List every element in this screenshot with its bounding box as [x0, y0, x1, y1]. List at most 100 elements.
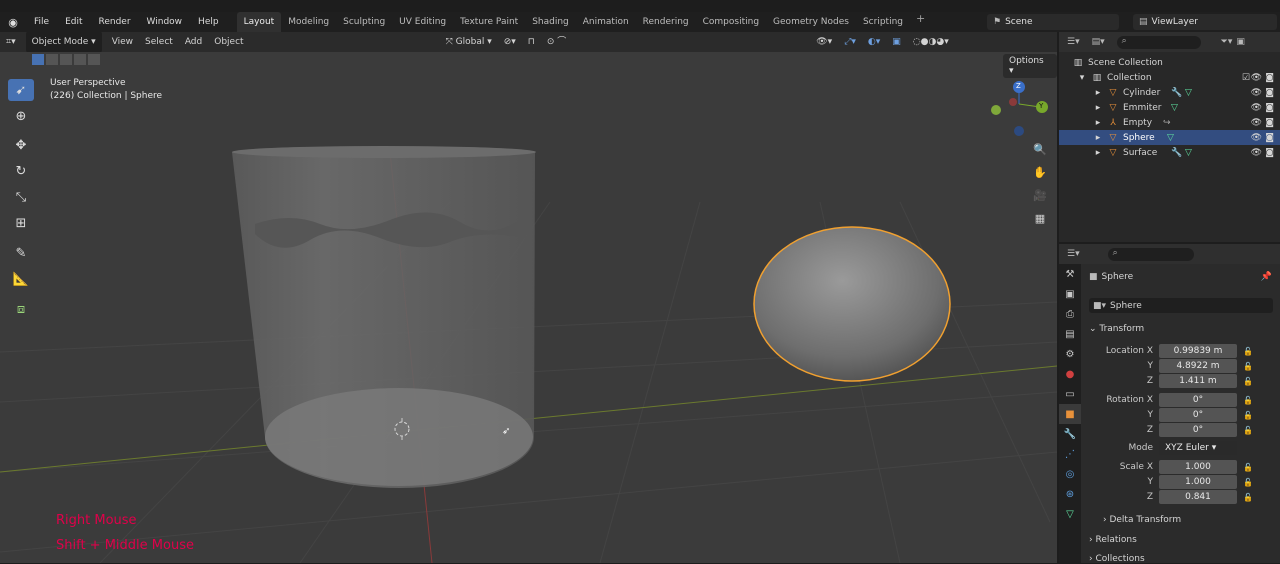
menu-window[interactable]: Window: [139, 12, 191, 32]
render-tab-icon[interactable]: ▣: [1059, 284, 1081, 304]
eye-icon[interactable]: 👁: [1251, 133, 1262, 143]
scene-selector[interactable]: ⚑ Scene: [987, 14, 1119, 30]
measure-tool-icon[interactable]: 📐: [8, 268, 34, 290]
lock-icon[interactable]: 🔓: [1243, 396, 1253, 405]
select-tool-icon[interactable]: ➹: [8, 79, 34, 101]
tab-sculpting[interactable]: Sculpting: [336, 12, 392, 32]
lock-icon[interactable]: 🔓: [1243, 478, 1253, 487]
particles-tab-icon[interactable]: ⋰: [1059, 444, 1081, 464]
gizmo-toggle-icon[interactable]: ⤢▾: [838, 32, 862, 52]
collection-checkbox[interactable]: ☑: [1242, 73, 1250, 83]
lock-icon[interactable]: 🔓: [1243, 347, 1253, 356]
object-tab-icon[interactable]: ■: [1059, 404, 1081, 424]
camera-icon[interactable]: ◙: [1265, 73, 1274, 83]
object-name-field[interactable]: ■▾ Sphere: [1089, 298, 1273, 313]
relations-section[interactable]: › Relations: [1089, 535, 1137, 545]
menu-view[interactable]: View: [106, 32, 139, 52]
annotate-tool-icon[interactable]: ✎: [8, 242, 34, 264]
menu-file[interactable]: File: [26, 12, 57, 32]
location-y-field[interactable]: 4.8922 m: [1159, 359, 1237, 373]
scene-tab-icon[interactable]: ⚙: [1059, 344, 1081, 364]
tool-tab-icon[interactable]: ⚒: [1059, 264, 1081, 284]
location-x-field[interactable]: 0.99839 m: [1159, 344, 1237, 358]
lock-icon[interactable]: 🔓: [1243, 463, 1253, 472]
output-tab-icon[interactable]: ⎙: [1059, 304, 1081, 324]
sphere-object[interactable]: [753, 226, 951, 382]
eye-icon[interactable]: 👁: [1251, 73, 1262, 83]
menu-edit[interactable]: Edit: [57, 12, 90, 32]
select-invert-icon[interactable]: [74, 54, 86, 65]
rotation-y-field[interactable]: 0°: [1159, 408, 1237, 422]
menu-help[interactable]: Help: [190, 12, 227, 32]
camera-icon[interactable]: ◙: [1265, 118, 1274, 128]
menu-select[interactable]: Select: [139, 32, 179, 52]
pan-hand-icon[interactable]: ✋: [1030, 162, 1050, 182]
world-tab-icon[interactable]: ●: [1059, 364, 1081, 384]
tab-geometry-nodes[interactable]: Geometry Nodes: [766, 12, 856, 32]
add-workspace-icon[interactable]: +: [910, 12, 931, 32]
select-new-icon[interactable]: [32, 54, 44, 65]
pin-icon[interactable]: 📌: [1261, 272, 1272, 282]
eye-icon[interactable]: 👁: [1251, 118, 1262, 128]
ortho-toggle-icon[interactable]: ▦: [1030, 208, 1050, 228]
expand-arrow-icon[interactable]: ▸: [1093, 88, 1103, 98]
menu-render[interactable]: Render: [91, 12, 139, 32]
add-cube-tool-icon[interactable]: ⧈: [8, 298, 34, 320]
view-layer-selector[interactable]: ▤ ViewLayer: [1133, 14, 1277, 30]
eye-icon[interactable]: 👁: [1251, 148, 1262, 158]
tab-scripting[interactable]: Scripting: [856, 12, 910, 32]
select-extend-icon[interactable]: [46, 54, 58, 65]
display-mode-icon[interactable]: ▤▾: [1092, 37, 1105, 47]
lock-icon[interactable]: 🔓: [1243, 377, 1253, 386]
scale-z-field[interactable]: 0.841: [1159, 490, 1237, 504]
lock-icon[interactable]: 🔓: [1243, 426, 1253, 435]
eye-icon[interactable]: 👁: [1251, 103, 1262, 113]
3d-viewport[interactable]: Z Y User Perspective (226) Collection | …: [0, 52, 1057, 563]
visibility-icon[interactable]: 👁▾: [810, 32, 838, 52]
physics-tab-icon[interactable]: ◎: [1059, 464, 1081, 484]
outliner-item-cylinder[interactable]: ▸ ▽ Cylinder 🔧 ▽ 👁 ◙: [1059, 85, 1280, 100]
shading-modes-icon[interactable]: ◌●◑◕▾: [907, 32, 955, 52]
expand-arrow-icon[interactable]: ▸: [1093, 148, 1103, 158]
tab-rendering[interactable]: Rendering: [636, 12, 696, 32]
blender-logo-icon[interactable]: ◉: [0, 16, 26, 29]
tab-modeling[interactable]: Modeling: [281, 12, 336, 32]
outliner-item-empty[interactable]: ▸ ⅄ Empty ↪ 👁 ◙: [1059, 115, 1280, 130]
tab-compositing[interactable]: Compositing: [696, 12, 766, 32]
rotation-mode-dropdown[interactable]: XYZ Euler ▾: [1159, 441, 1237, 455]
data-tab-icon[interactable]: ▽: [1059, 504, 1081, 524]
camera-icon[interactable]: ◙: [1265, 148, 1274, 158]
camera-icon[interactable]: ◙: [1265, 133, 1274, 143]
collection-row[interactable]: ▾ ▥ Collection ☑ 👁 ◙: [1059, 70, 1280, 85]
outliner-item-emmiter[interactable]: ▸ ▽ Emmiter ▽ 👁 ◙: [1059, 100, 1280, 115]
outliner-item-surface[interactable]: ▸ ▽ Surface 🔧 ▽ 👁 ◙: [1059, 145, 1280, 160]
constraints-tab-icon[interactable]: ⊛: [1059, 484, 1081, 504]
rotation-x-field[interactable]: 0°: [1159, 393, 1237, 407]
scene-collection-row[interactable]: ▥ Scene Collection: [1059, 55, 1280, 70]
location-z-field[interactable]: 1.411 m: [1159, 374, 1237, 388]
outliner-item-sphere[interactable]: ▸ ▽ Sphere ▽ 👁 ◙: [1059, 130, 1280, 145]
collection-tab-icon[interactable]: ▭: [1059, 384, 1081, 404]
delta-transform-section[interactable]: › Delta Transform: [1103, 515, 1181, 525]
overlay-toggle-icon[interactable]: ◐▾: [862, 32, 886, 52]
snap-icon[interactable]: ⊓: [522, 32, 541, 52]
camera-icon[interactable]: ◙: [1265, 88, 1274, 98]
xray-toggle-icon[interactable]: ▣: [886, 32, 907, 52]
tab-texture-paint[interactable]: Texture Paint: [453, 12, 525, 32]
transform-section-header[interactable]: ⌄ Transform: [1089, 324, 1144, 334]
cursor-tool-icon[interactable]: ⊕: [8, 105, 34, 127]
expand-arrow-icon[interactable]: ▸: [1093, 103, 1103, 113]
eye-icon[interactable]: 👁: [1251, 88, 1262, 98]
options-dropdown[interactable]: Options ▾: [1003, 54, 1057, 78]
menu-add[interactable]: Add: [179, 32, 208, 52]
tab-shading[interactable]: Shading: [525, 12, 576, 32]
editor-type-icon[interactable]: ⌗▾: [0, 32, 22, 52]
transform-tool-icon[interactable]: ⊞: [8, 212, 34, 234]
select-subtract-icon[interactable]: [60, 54, 72, 65]
outliner-type-icon[interactable]: ☰▾: [1067, 37, 1080, 47]
view-layer-tab-icon[interactable]: ▤: [1059, 324, 1081, 344]
orientation-dropdown[interactable]: ⤧ Global ▾: [440, 32, 498, 52]
tab-animation[interactable]: Animation: [576, 12, 636, 32]
new-collection-icon[interactable]: ▣: [1236, 37, 1245, 47]
properties-type-icon[interactable]: ☰▾: [1067, 249, 1080, 259]
